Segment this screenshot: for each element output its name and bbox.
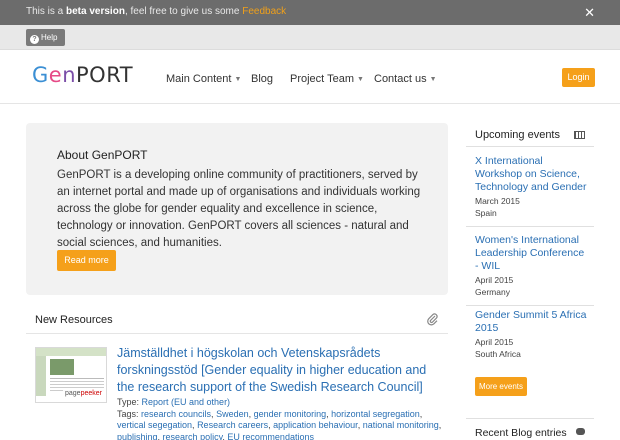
- thumb-image: [50, 359, 74, 375]
- event-item: Women's International Leadership Confere…: [475, 234, 590, 298]
- nav-label: Main Content: [166, 73, 232, 85]
- nav-label: Project Team: [290, 73, 354, 85]
- event-item: Gender Summit 5 Africa 2015 April 2015 So…: [475, 309, 590, 360]
- beta-notice-text: This is a beta version, feel free to giv…: [26, 6, 286, 17]
- more-events-button[interactable]: More events: [475, 377, 527, 396]
- new-resources-title: New Resources: [35, 314, 113, 326]
- tags-label: Tags:: [117, 408, 142, 419]
- type-link[interactable]: Report (EU and other): [142, 397, 231, 407]
- beta-bold: beta version: [66, 6, 125, 17]
- event-date: April 2015: [475, 337, 514, 347]
- nav-label: Blog: [251, 73, 274, 85]
- event-date: April 2015: [475, 275, 514, 285]
- new-resources-header: New Resources: [26, 306, 448, 334]
- pagepeeker-a: page: [65, 390, 81, 397]
- upcoming-events-title: Upcoming events: [475, 129, 560, 141]
- tag-link[interactable]: Research careers: [197, 420, 268, 430]
- resource-type-row: Type: Report (EU and other): [117, 397, 447, 409]
- nav-contact-us[interactable]: Contact us ▼: [374, 73, 437, 85]
- paperclip-icon[interactable]: [426, 312, 438, 326]
- beta-prefix: This is a: [26, 6, 67, 17]
- about-title: About GenPORT: [57, 148, 148, 162]
- event-place: South Africa: [475, 349, 521, 359]
- feedback-link[interactable]: Feedback: [242, 6, 286, 17]
- event-details: March 2015 Spain: [475, 195, 590, 219]
- tag-link[interactable]: research councils: [141, 409, 211, 419]
- resource-tags-row: Tags: research councils, Sweden, gender …: [117, 408, 442, 440]
- logo-n: n: [62, 63, 77, 87]
- caret-down-icon: ▼: [234, 76, 242, 83]
- divider: [466, 305, 594, 306]
- tag-link[interactable]: horizontal segregation: [331, 409, 420, 419]
- thumb-band: [36, 348, 106, 356]
- nav-blog[interactable]: Blog: [251, 73, 273, 85]
- tag-link[interactable]: publishing: [117, 432, 158, 440]
- tag-link[interactable]: EU recommendations: [227, 432, 314, 440]
- read-more-button[interactable]: Read more: [57, 250, 116, 271]
- nav-label: Contact us: [374, 73, 427, 85]
- caret-down-icon: ▼: [357, 76, 364, 83]
- calendar-icon[interactable]: [574, 131, 585, 139]
- site-header: GenPORT Main Content ▼ Blog Project Team ▼…: [0, 50, 620, 104]
- logo-g: G: [32, 63, 49, 87]
- event-title-link[interactable]: Women's International Leadership Confere…: [475, 234, 590, 273]
- event-place: Germany: [475, 287, 510, 297]
- divider: [466, 226, 594, 227]
- nav-project-team[interactable]: Project Team ▼: [290, 73, 364, 85]
- pagepeeker-label: pagepeeker: [63, 390, 104, 397]
- genport-logo[interactable]: GenPORT: [32, 63, 133, 87]
- question-icon: ?: [30, 35, 39, 44]
- thumb-side: [36, 356, 46, 396]
- tag-link[interactable]: vertical segegation: [117, 420, 192, 430]
- upcoming-events-header: Upcoming events: [466, 125, 594, 147]
- resource-thumbnail[interactable]: pagepeeker: [35, 347, 107, 403]
- tag-link[interactable]: Sweden: [216, 409, 249, 419]
- recent-blog-header: Recent Blog entries: [466, 418, 594, 440]
- logo-e: e: [48, 63, 63, 87]
- recent-blog-title: Recent Blog entries: [475, 427, 567, 439]
- beta-notice-bar: This is a beta version, feel free to giv…: [0, 0, 620, 25]
- tag-link[interactable]: national monitoring: [363, 420, 439, 430]
- comment-icon[interactable]: [576, 428, 585, 435]
- about-text: GenPORT is a developing online community…: [57, 169, 421, 249]
- help-bar: ? Help: [0, 25, 620, 50]
- thumb-lines: [50, 378, 104, 379]
- event-place: Spain: [475, 208, 497, 218]
- logo-port: PORT: [76, 63, 134, 87]
- event-details: April 2015 Germany: [475, 274, 590, 298]
- login-button[interactable]: Login: [562, 68, 595, 87]
- about-panel: About GenPORT GenPORT is a developing on…: [26, 123, 448, 295]
- event-title-link[interactable]: Gender Summit 5 Africa 2015: [475, 309, 590, 335]
- resource-title-link[interactable]: Jämställdhet i högskolan och Vetenskapsr…: [117, 345, 447, 396]
- caret-down-icon: ▼: [429, 76, 437, 83]
- event-title-link[interactable]: X International Workshop on Science, Tec…: [475, 155, 590, 194]
- nav-main-content[interactable]: Main Content ▼: [166, 73, 241, 85]
- tag-link[interactable]: application behaviour: [273, 420, 358, 430]
- event-date: March 2015: [475, 196, 520, 206]
- help-label: Help: [41, 33, 58, 42]
- resource-meta: Type: Report (EU and other) Tags: resear…: [117, 397, 447, 440]
- help-button[interactable]: ? Help: [26, 29, 65, 46]
- tag-link[interactable]: research policy: [163, 432, 223, 440]
- event-item: X International Workshop on Science, Tec…: [475, 155, 590, 219]
- type-label: Type:: [117, 397, 142, 407]
- beta-middle: , feel free to give us some: [124, 6, 243, 17]
- event-details: April 2015 South Africa: [475, 336, 590, 360]
- close-icon[interactable]: ✕: [584, 5, 595, 21]
- tag-link[interactable]: gender monitoring: [254, 409, 327, 419]
- pagepeeker-b: peeker: [80, 390, 102, 397]
